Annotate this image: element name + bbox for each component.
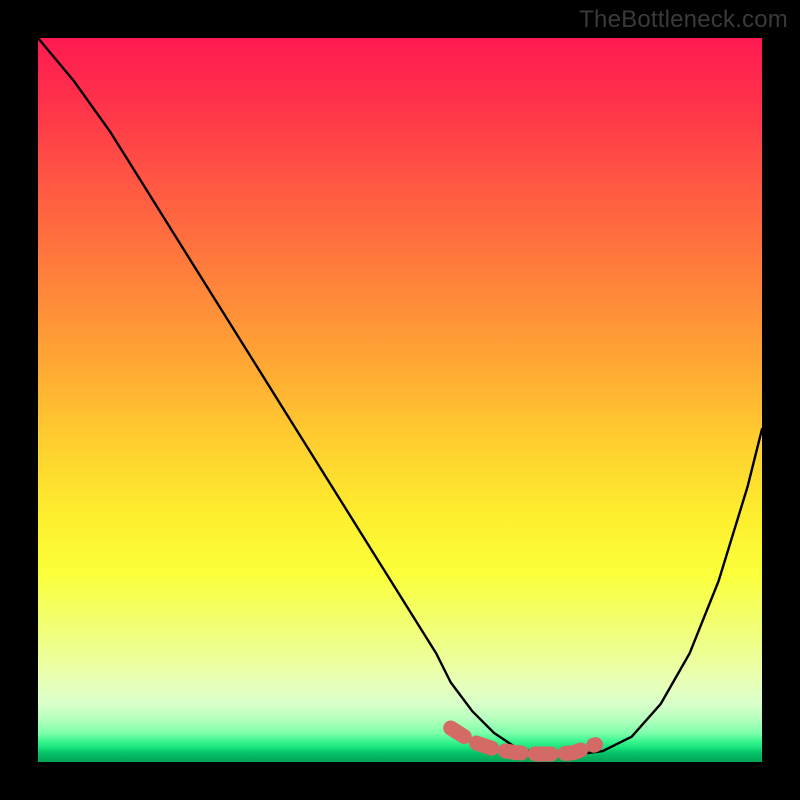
bottleneck-curve: [38, 38, 762, 755]
curve-layer: [38, 38, 762, 762]
plot-area: [38, 38, 762, 762]
chart-frame: TheBottleneck.com: [0, 0, 800, 800]
trough-highlight: [451, 728, 596, 754]
watermark-text: TheBottleneck.com: [579, 6, 788, 34]
